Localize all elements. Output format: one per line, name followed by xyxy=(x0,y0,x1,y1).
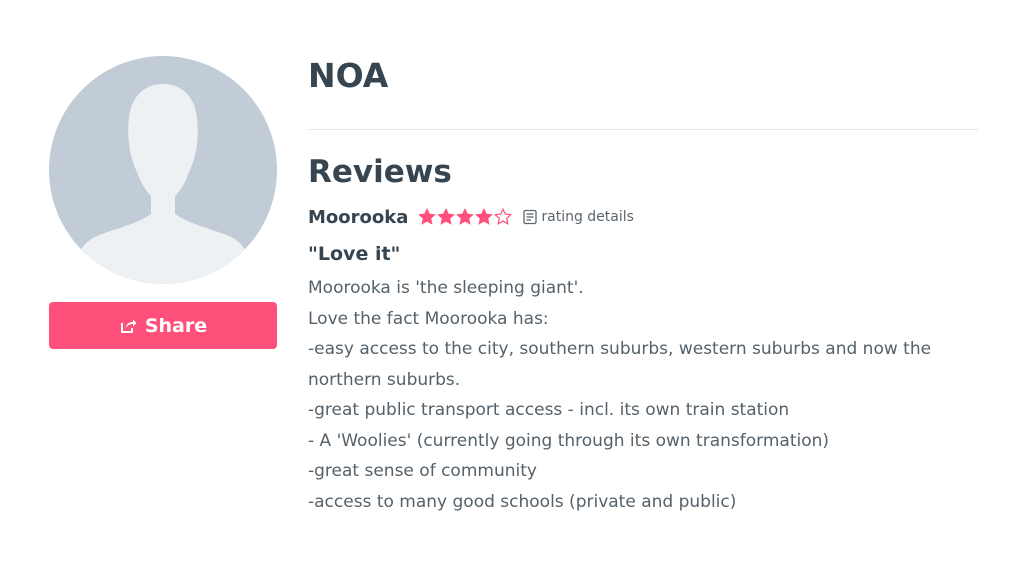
star-filled-icon xyxy=(475,208,494,226)
rating-details-label: rating details xyxy=(541,209,634,225)
person-silhouette-icon xyxy=(75,84,251,284)
divider xyxy=(308,129,978,130)
review-suburb[interactable]: Moorooka xyxy=(308,207,408,228)
review-title: "Love it" xyxy=(308,243,401,265)
review-line: - A 'Woolies' (currently going through i… xyxy=(308,430,830,451)
review-line: -easy access to the city, southern subur… xyxy=(308,339,932,390)
share-button[interactable]: Share xyxy=(49,302,277,349)
share-button-label: Share xyxy=(144,314,208,337)
star-filled-icon xyxy=(437,208,456,226)
profile-sidebar: Share xyxy=(49,56,277,349)
review-line: Moorooka is 'the sleeping giant'. xyxy=(308,278,584,298)
review-line: -great public transport access - incl. i… xyxy=(308,400,790,420)
review-meta: Moorooka rating details xyxy=(308,205,978,229)
review-line: Love the fact Moorooka has: xyxy=(308,308,549,329)
review-line: -great sense of community xyxy=(308,461,537,481)
profile-main: NOA Reviews Moorooka rating details "Lov… xyxy=(308,50,978,517)
star-filled-icon xyxy=(418,208,437,226)
star-rating xyxy=(418,207,513,226)
review-item: Moorooka rating details "Love it" Mooroo… xyxy=(308,205,978,517)
review-body: Moorooka is 'the sleeping giant'. Love t… xyxy=(308,273,978,517)
share-icon xyxy=(119,317,137,335)
user-name: NOA xyxy=(308,56,389,95)
star-empty-icon xyxy=(494,207,513,226)
document-icon xyxy=(522,209,538,225)
review-line: -access to many good schools (private an… xyxy=(308,491,737,512)
avatar xyxy=(49,56,277,284)
rating-details-link[interactable]: rating details xyxy=(522,209,634,225)
star-filled-icon xyxy=(456,208,475,226)
reviews-heading: Reviews xyxy=(308,154,452,190)
